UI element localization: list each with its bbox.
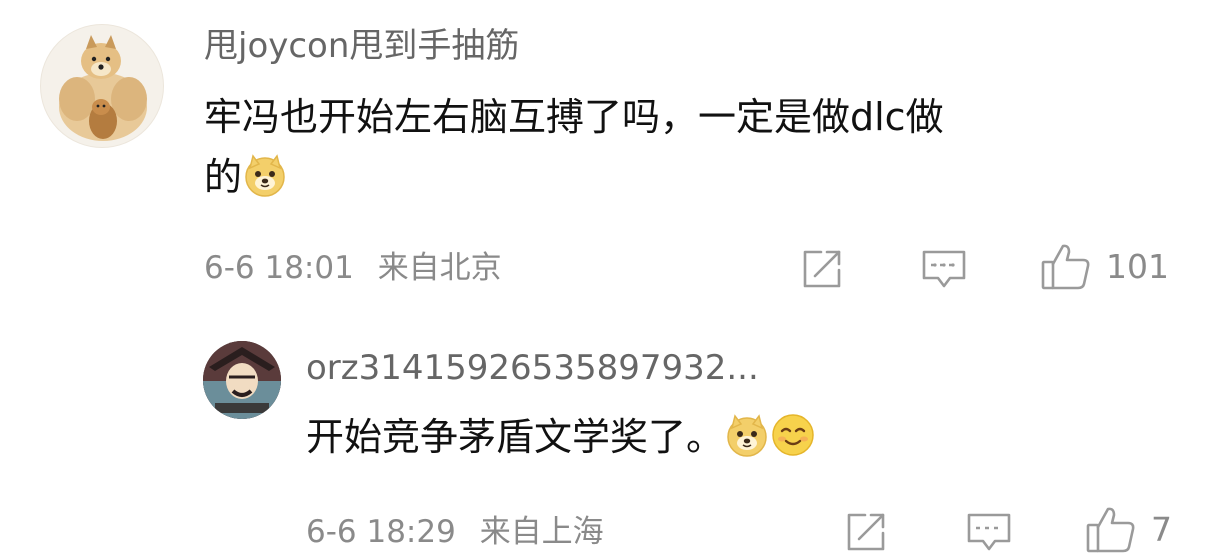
reply-location: 来自上海 [479, 514, 604, 550]
comment-username[interactable]: 甩joycon甩到手抽筋 [204, 26, 519, 66]
comment-icon [922, 250, 966, 288]
reply-username[interactable]: orz31415926535897932... [306, 348, 759, 388]
share-icon [803, 250, 841, 288]
reply-text-content: 开始竞争茅盾文学奖了。 [306, 415, 725, 459]
reply-share-button[interactable] [839, 505, 893, 559]
comment-text-line-2: 的 [204, 152, 1194, 202]
comment-location: 来自北京 [377, 250, 502, 286]
share-icon [847, 513, 885, 551]
reply-avatar[interactable] [203, 341, 281, 419]
avatar[interactable] [40, 24, 164, 148]
thumbs-up-icon [1041, 244, 1090, 290]
reply-comment-button[interactable] [962, 505, 1016, 559]
doge-emoji-icon [245, 154, 285, 197]
comment-text: 牢冯也开始左右脑互搏了吗，一定是做dlc做 的 [204, 92, 1194, 202]
like-count: 101 [1106, 247, 1169, 286]
reply-text: 开始竞争茅盾文学奖了。 [306, 412, 816, 462]
smile-emoji-icon [772, 414, 814, 456]
reply-avatar-image [203, 341, 281, 419]
doge-emoji-icon [727, 414, 767, 457]
reply-meta: 6-6 18:29 来自上海 [306, 512, 604, 552]
comment-icon [967, 513, 1011, 551]
thumbs-up-icon [1086, 507, 1135, 553]
like-button[interactable]: 101 [1040, 242, 1169, 292]
reply-time: 6-6 18:29 [306, 514, 456, 550]
reply-like-button[interactable]: 7 [1085, 505, 1172, 555]
comment-text-line-1: 牢冯也开始左右脑互搏了吗，一定是做dlc做 [204, 95, 944, 139]
avatar-image [59, 35, 147, 141]
comment-time: 6-6 18:01 [204, 250, 354, 286]
comment-text-line-2-text: 的 [204, 155, 243, 199]
share-button[interactable] [795, 242, 849, 296]
comment-meta: 6-6 18:01 来自北京 [204, 248, 502, 288]
reply-like-count: 7 [1151, 510, 1172, 549]
comment-button[interactable] [917, 242, 971, 296]
